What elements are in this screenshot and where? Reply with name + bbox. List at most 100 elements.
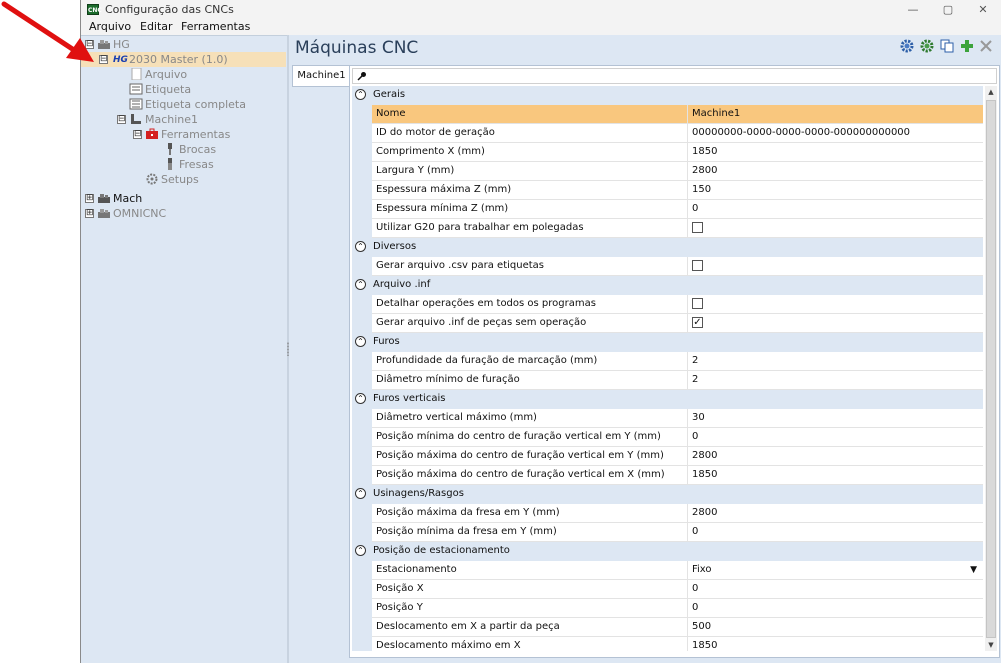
property-row[interactable]: ID do motor de geração 00000000-0000-0000…	[352, 124, 983, 143]
tree-node-machine1[interactable]: ⊟ Machine1	[81, 112, 281, 127]
property-value[interactable]: 0	[688, 428, 983, 447]
property-row[interactable]: Deslocamento máximo em X 1850	[352, 637, 983, 651]
property-checkbox-cell[interactable]	[688, 295, 983, 314]
collapse-category-icon[interactable]: ⌃	[355, 241, 366, 252]
tree-node-etiqueta[interactable]: Etiqueta	[81, 82, 281, 97]
category-header[interactable]: ⌃ Furos verticais	[352, 390, 983, 409]
dropdown-arrow-icon[interactable]: ▼	[970, 561, 977, 579]
tree-node-mach[interactable]: ⊞ Mach	[81, 191, 281, 206]
scroll-up-icon[interactable]: ▲	[985, 86, 997, 98]
tree-node-arquivo[interactable]: Arquivo	[81, 67, 281, 82]
property-row[interactable]: Diâmetro vertical máximo (mm) 30	[352, 409, 983, 428]
property-row[interactable]: Posição máxima do centro de furação vert…	[352, 466, 983, 485]
property-row[interactable]: Utilizar G20 para trabalhar em polegadas	[352, 219, 983, 238]
gear-green-icon[interactable]	[920, 39, 934, 53]
property-row[interactable]: Gerar arquivo .inf de peças sem operação…	[352, 314, 983, 333]
collapse-category-icon[interactable]: ⌃	[355, 336, 366, 347]
tree-node-setups[interactable]: Setups	[81, 172, 281, 187]
tree-node-fresas[interactable]: Fresas	[81, 157, 281, 172]
scrollbar-thumb[interactable]	[986, 100, 996, 638]
property-value[interactable]: 1850	[688, 143, 983, 162]
property-value[interactable]: 30	[688, 409, 983, 428]
property-value[interactable]: Machine1	[688, 105, 983, 124]
tab-machine1[interactable]: Machine1	[292, 65, 350, 87]
property-checkbox[interactable]	[692, 260, 703, 271]
property-value[interactable]: 0	[688, 599, 983, 618]
property-checkbox-cell[interactable]	[688, 257, 983, 276]
property-value[interactable]: 1850	[688, 466, 983, 485]
property-value[interactable]: 500	[688, 618, 983, 637]
property-checkbox-cell[interactable]	[688, 219, 983, 238]
property-row[interactable]: Largura Y (mm) 2800	[352, 162, 983, 181]
gear-blue-icon[interactable]	[900, 39, 914, 53]
property-row[interactable]: Profundidade da furação de marcação (mm)…	[352, 352, 983, 371]
property-value[interactable]: 150	[688, 181, 983, 200]
property-row[interactable]: Deslocamento em X a partir da peça 500	[352, 618, 983, 637]
property-value[interactable]: 2800	[688, 504, 983, 523]
add-icon[interactable]	[960, 39, 974, 53]
property-value[interactable]: 00000000-0000-0000-0000-000000000000	[688, 124, 983, 143]
property-row[interactable]: Posição máxima da fresa em Y (mm) 2800	[352, 504, 983, 523]
collapse-category-icon[interactable]: ⌃	[355, 488, 366, 499]
expand-icon[interactable]: ⊞	[85, 209, 94, 218]
property-value[interactable]: 1850	[688, 637, 983, 651]
tree-node-brocas[interactable]: Brocas	[81, 142, 281, 157]
property-row[interactable]: Espessura mínima Z (mm) 0	[352, 200, 983, 219]
property-value[interactable]: 2	[688, 371, 983, 390]
expand-icon[interactable]: ⊞	[85, 194, 94, 203]
property-value[interactable]: 0	[688, 580, 983, 599]
category-header[interactable]: ⌃ Usinagens/Rasgos	[352, 485, 983, 504]
property-value[interactable]: 2800	[688, 162, 983, 181]
property-row[interactable]: Comprimento X (mm) 1850	[352, 143, 983, 162]
category-header[interactable]: ⌃ Arquivo .inf	[352, 276, 983, 295]
property-value[interactable]: 0	[688, 200, 983, 219]
collapse-category-icon[interactable]: ⌃	[355, 545, 366, 556]
collapse-icon[interactable]: ⊟	[117, 115, 126, 124]
tree-node-omnicnc[interactable]: ⊞ OMNICNC	[81, 206, 281, 221]
category-header[interactable]: ⌃ Posição de estacionamento	[352, 542, 983, 561]
collapse-icon[interactable]: ⊟	[133, 130, 142, 139]
property-row[interactable]: Diâmetro mínimo de furação 2	[352, 371, 983, 390]
menu-ferramentas[interactable]: Ferramentas	[181, 20, 250, 33]
close-button[interactable]: ✕	[966, 1, 1000, 19]
minimize-button[interactable]: —	[896, 1, 930, 19]
property-checkbox[interactable]	[692, 298, 703, 309]
property-row[interactable]: Posição mínima do centro de furação vert…	[352, 428, 983, 447]
tree-node-etiqueta-completa[interactable]: Etiqueta completa	[81, 97, 281, 112]
property-value[interactable]: 2800	[688, 447, 983, 466]
property-row[interactable]: Posição Y 0	[352, 599, 983, 618]
property-checkbox[interactable]: ✓	[692, 317, 703, 328]
property-row[interactable]: Nome Machine1	[352, 105, 983, 124]
property-value[interactable]: Fixo ▼	[688, 561, 983, 580]
property-value[interactable]: 2	[688, 352, 983, 371]
category-header[interactable]: ⌃ Diversos	[352, 238, 983, 257]
maximize-button[interactable]: ▢	[931, 1, 965, 19]
property-row[interactable]: Estacionamento Fixo ▼	[352, 561, 983, 580]
property-name: Comprimento X (mm)	[372, 143, 688, 162]
collapse-icon[interactable]: ⊟	[99, 55, 108, 64]
collapse-category-icon[interactable]: ⌃	[355, 393, 366, 404]
delete-icon[interactable]	[979, 39, 993, 53]
search-input[interactable]	[352, 68, 997, 84]
property-row[interactable]: Gerar arquivo .csv para etiquetas	[352, 257, 983, 276]
property-row[interactable]: Posição mínima da fresa em Y (mm) 0	[352, 523, 983, 542]
property-row[interactable]: Posição máxima do centro de furação vert…	[352, 447, 983, 466]
property-name: Espessura mínima Z (mm)	[372, 200, 688, 219]
tree-node-ferramentas[interactable]: ⊟ Ferramentas	[81, 127, 281, 142]
property-checkbox[interactable]	[692, 222, 703, 233]
scroll-down-icon[interactable]: ▼	[985, 639, 997, 651]
tree-node-2030-master[interactable]: ⊟ HG 2030 Master (1.0)	[81, 52, 281, 67]
collapse-category-icon[interactable]: ⌃	[355, 89, 366, 100]
property-row[interactable]: Espessura máxima Z (mm) 150	[352, 181, 983, 200]
property-row[interactable]: Detalhar operações em todos os programas	[352, 295, 983, 314]
property-checkbox-cell[interactable]: ✓	[688, 314, 983, 333]
property-value[interactable]: 0	[688, 523, 983, 542]
category-header[interactable]: ⌃ Gerais	[352, 86, 983, 105]
vertical-scrollbar[interactable]: ▲ ▼	[985, 86, 997, 651]
tree-node-hg[interactable]: ⊟ HG	[81, 37, 281, 52]
collapse-category-icon[interactable]: ⌃	[355, 279, 366, 290]
menu-editar[interactable]: Editar	[140, 20, 173, 33]
copy-icon[interactable]	[940, 39, 954, 53]
category-header[interactable]: ⌃ Furos	[352, 333, 983, 352]
property-row[interactable]: Posição X 0	[352, 580, 983, 599]
